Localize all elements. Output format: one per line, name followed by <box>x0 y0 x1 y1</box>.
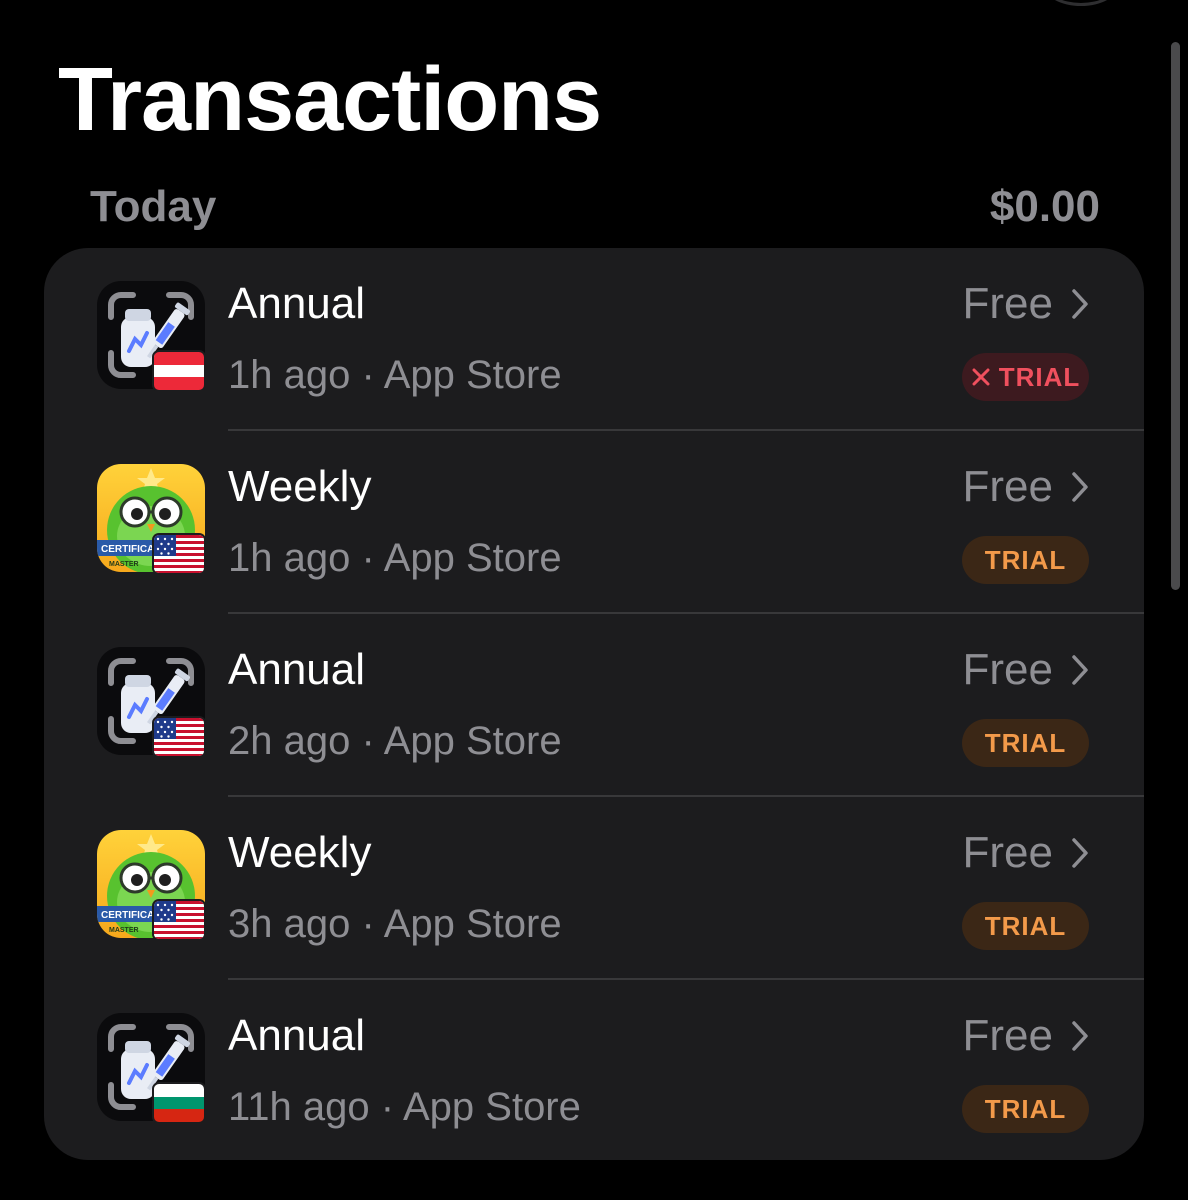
badge-label: TRIAL <box>984 1093 1067 1124</box>
transaction-row[interactable]: CERTIFICAT MASTER <box>44 431 1144 614</box>
badge-label: TRIAL <box>984 910 1067 941</box>
transaction-store: App Store <box>383 536 562 580</box>
section-date-label: Today <box>90 182 217 231</box>
chevron-right-icon <box>1072 655 1088 685</box>
plan-name: Annual <box>228 279 366 328</box>
badge-label: TRIAL <box>984 727 1067 758</box>
ribbon-text: CERTIFICAT <box>101 910 160 921</box>
transaction-time: 2h ago <box>228 719 351 763</box>
meta-separator: · <box>361 536 375 580</box>
price-container: Free <box>963 1010 1089 1062</box>
scrollbar[interactable] <box>1171 42 1180 590</box>
transaction-time: 1h ago <box>228 536 351 580</box>
transaction-store: App Store <box>402 1085 581 1129</box>
trial-badge: TRIAL <box>962 1085 1089 1133</box>
meta-separator: · <box>361 353 375 397</box>
transaction-price: Free <box>962 1011 1053 1060</box>
meta-separator: · <box>361 719 375 763</box>
transaction-store: App Store <box>383 902 562 946</box>
transaction-row[interactable]: CERTIFICAT MASTER <box>44 797 1144 980</box>
transaction-meta: 2h ago · App Store <box>228 717 562 765</box>
transaction-meta: 3h ago · App Store <box>228 900 562 948</box>
meta-separator: · <box>361 902 375 946</box>
ribbon-text: CERTIFICAT <box>101 544 160 555</box>
price-container: Free <box>963 278 1089 330</box>
price-container: Free <box>963 827 1089 879</box>
us-flag-icon <box>154 901 204 939</box>
trial-cancelled-badge: TRIAL <box>962 353 1089 401</box>
plan-name: Weekly <box>228 462 372 511</box>
plan-name: Weekly <box>228 828 372 877</box>
plan-name: Annual <box>228 1011 366 1060</box>
transaction-price: Free <box>962 645 1053 694</box>
chevron-right-icon <box>1072 472 1088 502</box>
ribbon-subtext: MASTER <box>109 561 139 568</box>
chevron-right-icon <box>1072 289 1088 319</box>
bulgaria-flag-icon <box>154 1084 204 1122</box>
trial-badge: TRIAL <box>962 902 1089 950</box>
transaction-price: Free <box>962 279 1053 328</box>
transaction-time: 11h ago <box>228 1085 370 1129</box>
profile-button-edge[interactable] <box>1043 0 1119 6</box>
badge-label: TRIAL <box>998 361 1081 392</box>
badge-label: TRIAL <box>984 544 1067 575</box>
transaction-row[interactable]: Annual 1h ago · App Store Free TRIAL <box>44 248 1144 431</box>
transaction-meta: 1h ago · App Store <box>228 534 562 582</box>
us-flag-icon <box>154 718 204 756</box>
chevron-right-icon <box>1072 838 1088 868</box>
price-container: Free <box>963 461 1089 513</box>
price-container: Free <box>963 644 1089 696</box>
trial-badge: TRIAL <box>962 719 1089 767</box>
transaction-meta: 11h ago · App Store <box>228 1083 581 1131</box>
chevron-right-icon <box>1072 1021 1088 1051</box>
page-title: Transactions <box>58 50 602 150</box>
transactions-list: Annual 1h ago · App Store Free TRIAL CER… <box>44 248 1144 1160</box>
close-icon <box>972 368 990 386</box>
transaction-store: App Store <box>383 353 562 397</box>
us-flag-icon <box>154 535 204 573</box>
austria-flag-icon <box>154 352 204 390</box>
transaction-row[interactable]: Annual 11h ago · App Store Free TRIAL <box>44 980 1144 1160</box>
ribbon-subtext: MASTER <box>109 927 139 934</box>
transaction-price: Free <box>962 462 1053 511</box>
plan-name: Annual <box>228 645 366 694</box>
transaction-row[interactable]: Annual 2h ago · App Store Free TRIAL <box>44 614 1144 797</box>
transaction-meta: 1h ago · App Store <box>228 351 562 399</box>
transaction-time: 1h ago <box>228 353 351 397</box>
section-total-amount: $0.00 <box>989 182 1100 231</box>
transaction-store: App Store <box>383 719 562 763</box>
transaction-price: Free <box>962 828 1053 877</box>
transaction-time: 3h ago <box>228 902 351 946</box>
trial-badge: TRIAL <box>962 536 1089 584</box>
meta-separator: · <box>380 1085 395 1129</box>
